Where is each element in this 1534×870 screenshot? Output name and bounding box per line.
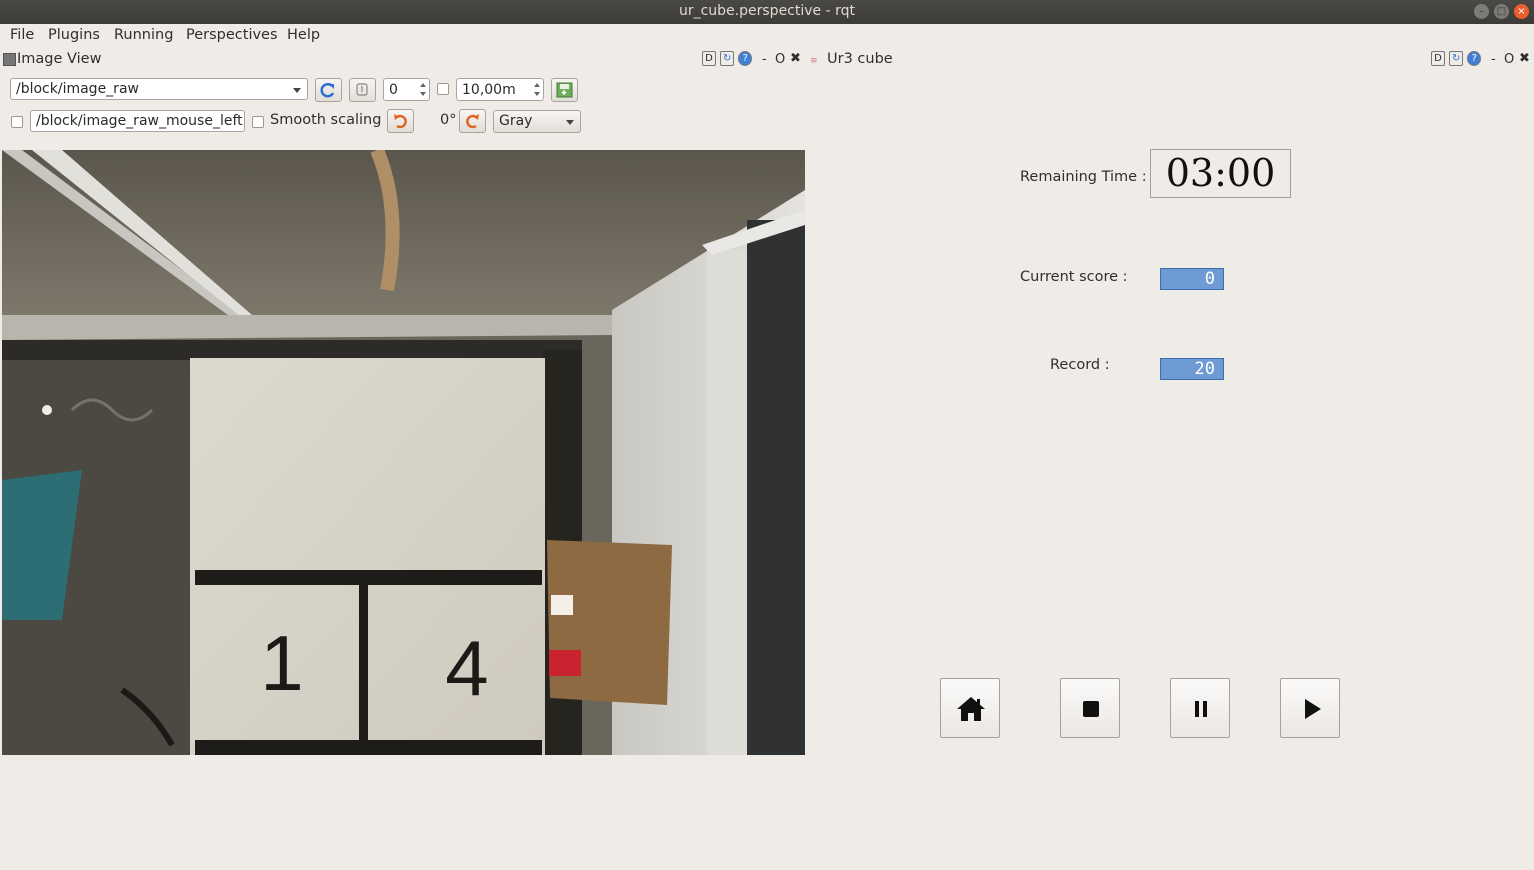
- camera-scene: 1 4: [2, 150, 805, 755]
- topic-select[interactable]: /block/image_raw: [10, 78, 308, 100]
- mouse-topic-value: /block/image_raw_mouse_left: [36, 113, 243, 129]
- color-scheme-select[interactable]: Gray: [493, 110, 581, 133]
- dock-minimize-icon[interactable]: -: [1491, 52, 1496, 67]
- rotation-label: 0°: [440, 112, 457, 128]
- dock-undock-icon[interactable]: D: [1431, 51, 1445, 66]
- save-icon: [556, 82, 573, 98]
- refresh-button[interactable]: [315, 78, 342, 102]
- remaining-time-label: Remaining Time :: [1020, 169, 1147, 185]
- menu-bar: File Plugins Running Perspectives Help: [0, 24, 1534, 47]
- color-scheme-value: Gray: [499, 113, 533, 129]
- pause-button[interactable]: [1170, 678, 1230, 738]
- topic-value: /block/image_raw: [16, 81, 139, 97]
- rotate-right-button[interactable]: [459, 109, 486, 133]
- publish-mouse-checkbox[interactable]: [11, 116, 23, 128]
- menu-plugins[interactable]: Plugins: [48, 27, 100, 43]
- dock-float-button[interactable]: O: [1504, 52, 1514, 67]
- dock-grip-icon: [3, 53, 16, 66]
- current-score-label: Current score :: [1020, 269, 1128, 285]
- menu-help[interactable]: Help: [287, 27, 320, 43]
- board-digit-left: 1: [260, 619, 303, 707]
- dock-close-icon[interactable]: ✖: [1519, 51, 1530, 66]
- queue-size-spinbox[interactable]: 0: [383, 78, 430, 101]
- dock-grip-icon: ≡: [810, 56, 818, 66]
- ur3-cube-title: Ur3 cube: [827, 51, 893, 67]
- spin-value: 0: [389, 82, 398, 98]
- close-window-button[interactable]: ×: [1514, 4, 1529, 19]
- duration-value: 10,00m: [462, 82, 516, 98]
- play-button[interactable]: [1280, 678, 1340, 738]
- dynamic-range-checkbox[interactable]: [437, 83, 449, 95]
- help-icon[interactable]: ?: [738, 51, 753, 66]
- spin-down-icon[interactable]: [534, 92, 540, 96]
- home-icon: [957, 697, 985, 721]
- save-image-button[interactable]: [551, 78, 578, 102]
- reload-plugin-icon[interactable]: ↻: [1449, 51, 1464, 66]
- camera-image[interactable]: 1 4: [2, 150, 805, 755]
- rotate-left-button[interactable]: [387, 109, 414, 133]
- remaining-time-value: 03:00: [1165, 151, 1276, 195]
- image-view-title: Image View: [17, 51, 102, 67]
- chevron-down-icon: [566, 120, 574, 125]
- menu-running[interactable]: Running: [114, 27, 173, 43]
- menu-file[interactable]: File: [10, 27, 34, 43]
- maximize-button[interactable]: □: [1494, 4, 1509, 19]
- chevron-down-icon: [293, 88, 301, 93]
- dock-close-icon[interactable]: ✖: [790, 51, 801, 66]
- home-button[interactable]: [940, 678, 1000, 738]
- rotate-right-icon: [466, 114, 479, 129]
- smooth-scaling-checkbox[interactable]: [252, 116, 264, 128]
- refresh-icon: [320, 82, 335, 98]
- dock-undock-icon[interactable]: D: [702, 51, 716, 66]
- current-score-display: 0: [1160, 268, 1224, 290]
- stop-button[interactable]: [1060, 678, 1120, 738]
- board-digit-right: 4: [445, 624, 488, 712]
- remaining-time-display: 03:00: [1150, 149, 1291, 198]
- dock-float-button[interactable]: O: [775, 52, 785, 67]
- spin-up-icon[interactable]: [420, 83, 426, 87]
- spin-up-icon[interactable]: [534, 83, 540, 87]
- smooth-scaling-label: Smooth scaling: [270, 112, 382, 128]
- dock-minimize-icon[interactable]: -: [762, 52, 767, 67]
- mouse-topic-input[interactable]: /block/image_raw_mouse_left: [30, 110, 245, 132]
- spin-down-icon[interactable]: [420, 92, 426, 96]
- zoom-1-icon: [356, 83, 368, 96]
- record-display: 20: [1160, 358, 1224, 380]
- menu-perspectives[interactable]: Perspectives: [186, 27, 278, 43]
- record-label: Record :: [1050, 357, 1110, 373]
- zoom-button[interactable]: [349, 78, 376, 102]
- reload-plugin-icon[interactable]: ↻: [720, 51, 735, 66]
- pause-icon: [1195, 701, 1207, 717]
- window-title: ur_cube.perspective - rqt: [678, 3, 855, 19]
- duration-spinbox[interactable]: 10,00m: [456, 78, 544, 101]
- help-icon[interactable]: ?: [1467, 51, 1482, 66]
- play-icon: [1305, 699, 1321, 719]
- minimize-button[interactable]: –: [1474, 4, 1489, 19]
- window-titlebar: ur_cube.perspective - rqt – □ ×: [0, 0, 1534, 24]
- stop-icon: [1083, 701, 1099, 717]
- rotate-left-icon: [394, 114, 407, 129]
